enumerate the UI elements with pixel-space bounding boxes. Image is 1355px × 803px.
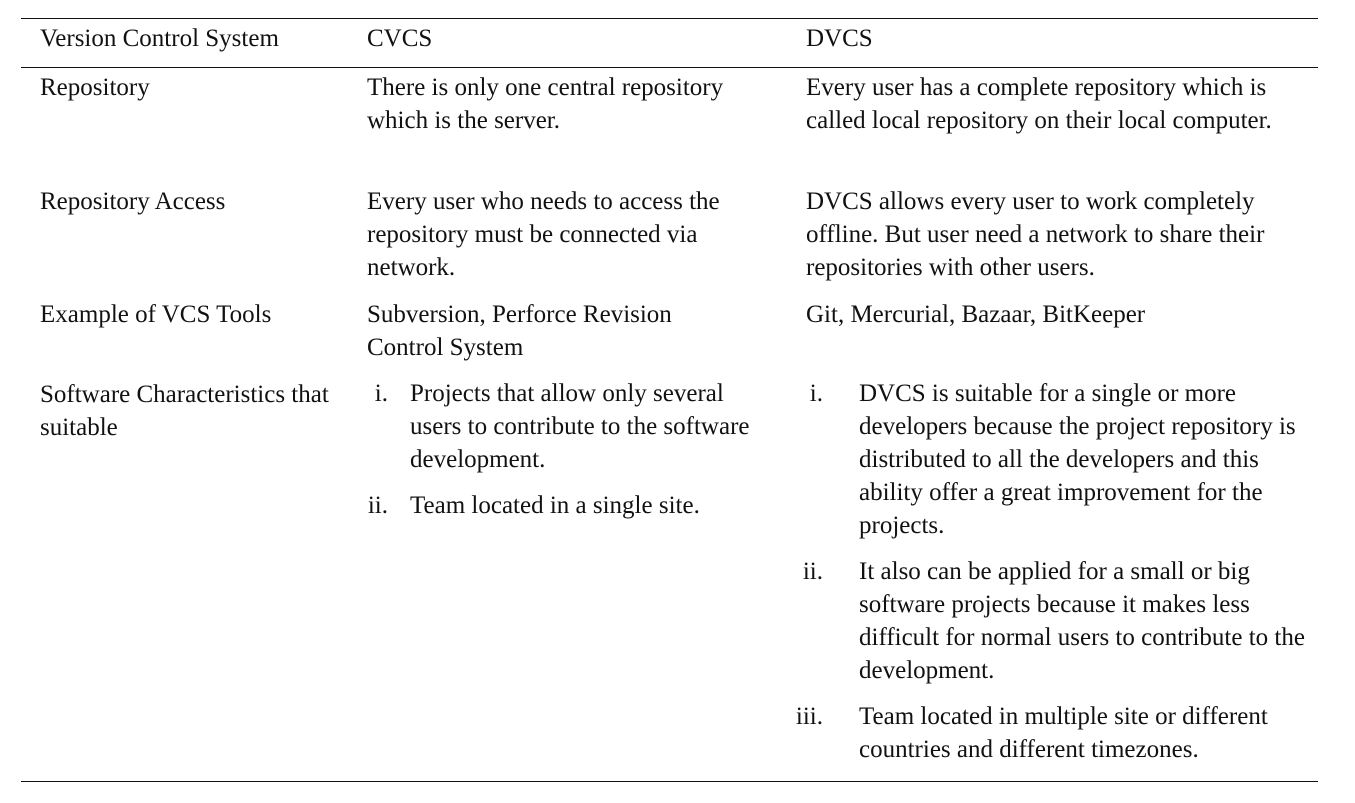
row-label-repository: Repository — [40, 74, 150, 101]
row-label-example-tools: Example of VCS Tools — [40, 301, 272, 328]
list-item: i. Projects that allow only several user… — [340, 377, 760, 476]
list-item: ii. Team located in a single site. — [340, 489, 760, 522]
list-item-number: i. — [809, 380, 823, 407]
table-header-rule — [21, 67, 1318, 68]
cvcs-repository: There is only one central repository whi… — [367, 74, 724, 134]
list-item-number: ii. — [802, 558, 823, 585]
cvcs-characteristics-list: i. Projects that allow only several user… — [340, 377, 760, 522]
header-dvcs: DVCS — [806, 25, 873, 52]
list-item-text: Projects that allow only several users t… — [410, 380, 750, 473]
row-label-repository-access: Repository Access — [40, 188, 226, 215]
list-item-number: iii. — [795, 703, 823, 730]
dvcs-repository: Every user has a complete repository whi… — [806, 74, 1272, 134]
dvcs-characteristics-list: i. DVCS is suitable for a single or more… — [770, 377, 1310, 766]
list-item-text: It also can be applied for a small or bi… — [859, 558, 1305, 684]
list-item: i. DVCS is suitable for a single or more… — [770, 377, 1310, 542]
list-item-text: DVCS is suitable for a single or more de… — [859, 380, 1296, 539]
dvcs-example-tools: Git, Mercurial, Bazaar, BitKeeper — [806, 301, 1146, 328]
table-bottom-rule — [21, 781, 1318, 782]
header-version-control-system: Version Control System — [40, 25, 279, 52]
row-label-software-characteristics: Software Characteristics that suitable — [40, 381, 329, 441]
dvcs-repository-access: DVCS allows every user to work completel… — [806, 188, 1265, 281]
list-item: iii. Team located in multiple site or di… — [770, 700, 1310, 766]
list-item-text: Team located in a single site. — [410, 492, 700, 519]
cvcs-repository-access: Every user who needs to access the repos… — [367, 188, 720, 281]
list-item-number: ii. — [367, 492, 388, 519]
list-item: ii. It also can be applied for a small o… — [770, 555, 1310, 687]
table-top-rule — [21, 18, 1318, 19]
list-item-number: i. — [374, 380, 388, 407]
list-item-text: Team located in multiple site or differe… — [859, 703, 1268, 763]
header-cvcs: CVCS — [367, 25, 433, 52]
cvcs-example-tools: Subversion, Perforce Revision Control Sy… — [367, 301, 672, 361]
